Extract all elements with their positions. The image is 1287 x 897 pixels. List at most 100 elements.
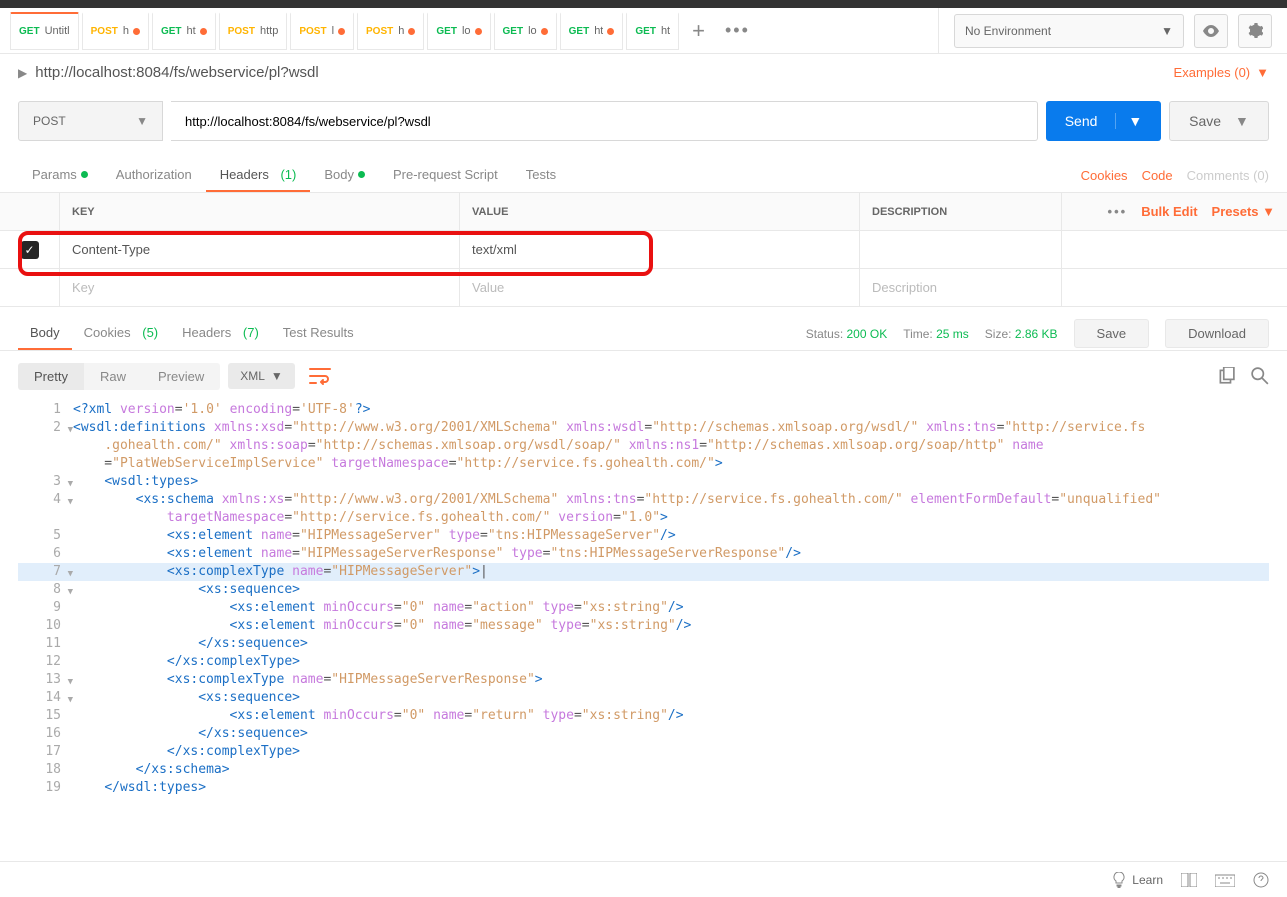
format-preview[interactable]: Preview [142,363,220,390]
tab-body[interactable]: Body [310,159,379,192]
code-line: 12 </xs:complexType> [18,653,1269,671]
lightbulb-icon [1112,872,1126,888]
tab-method: POST [299,26,326,37]
search-icon[interactable] [1251,367,1269,385]
bulk-edit-link[interactable]: Bulk Edit [1141,204,1197,219]
unsaved-dot-icon [408,28,415,35]
chevron-down-icon: ▼ [1161,24,1173,38]
unsaved-dot-icon [475,28,482,35]
environment-name: No Environment [965,24,1051,38]
panels-icon[interactable] [1181,873,1197,887]
code-line: 19 </wsdl:types> [18,779,1269,797]
code-line: ="PlatWebServiceImplService" targetNames… [18,455,1269,473]
header-value-col: VALUE [460,193,860,230]
unsaved-dot-icon [338,28,345,35]
request-tab[interactable]: POSThttp [219,12,288,50]
tab-title: ht [187,25,196,37]
request-tab[interactable]: GETUntitl [10,12,79,50]
header-value-input[interactable] [472,280,847,295]
help-icon[interactable] [1253,872,1269,888]
request-tab[interactable]: POSTh [357,12,424,50]
keyboard-icon[interactable] [1215,873,1235,887]
request-tab[interactable]: POSTh [82,12,149,50]
tab-authorization[interactable]: Authorization [102,159,206,192]
environment-preview-button[interactable] [1194,14,1228,48]
unsaved-dot-icon [607,28,614,35]
settings-button[interactable] [1238,14,1272,48]
header-key-input[interactable] [72,242,447,257]
header-key-input[interactable] [72,280,447,295]
expand-icon[interactable]: ▶ [18,66,27,80]
header-row-new [0,269,1287,307]
unsaved-dot-icon [541,28,548,35]
more-tabs-button[interactable]: ••• [715,20,760,41]
wrap-button[interactable] [303,361,337,391]
language-select[interactable]: XML▼ [228,363,295,389]
header-checkbox[interactable]: ✓ [21,241,39,259]
tab-prerequest[interactable]: Pre-request Script [379,159,512,192]
tab-tests[interactable]: Tests [512,159,570,192]
code-line: 10 <xs:element minOccurs="0" name="messa… [18,617,1269,635]
format-raw[interactable]: Raw [84,363,142,390]
response-tab-cookies[interactable]: Cookies (5) [72,317,170,350]
request-tab[interactable]: GET ht [626,12,679,50]
header-desc-input[interactable] [872,280,1049,295]
tab-title: ht [661,25,670,37]
more-icon[interactable]: ••• [1108,204,1128,219]
comments-link[interactable]: Comments (0) [1187,168,1269,183]
method-select[interactable]: POST ▼ [18,101,163,141]
code-line: 15 <xs:element minOccurs="0" name="retur… [18,707,1269,725]
header-desc-col: DESCRIPTION [860,193,1062,230]
tab-method: POST [228,26,255,37]
code-line: 16 </xs:sequence> [18,725,1269,743]
code-line: 13▼ <xs:complexType name="HIPMessageServ… [18,671,1269,689]
eye-icon [1202,25,1220,37]
request-tab[interactable]: GET ht [152,12,216,50]
request-tab[interactable]: GETlo [427,12,490,50]
response-tab-body[interactable]: Body [18,317,72,350]
environment-select[interactable]: No Environment ▼ [954,14,1184,48]
save-response-button[interactable]: Save [1074,319,1150,348]
save-button[interactable]: Save ▼ [1169,101,1269,141]
url-input[interactable] [171,101,1038,141]
code-line: 17 </xs:complexType> [18,743,1269,761]
tab-method: GET [19,26,40,37]
tab-title: lo [528,25,537,37]
cookies-link[interactable]: Cookies [1081,168,1128,183]
tab-headers[interactable]: Headers (1) [206,159,311,192]
chevron-down-icon: ▼ [1115,113,1142,129]
format-pretty[interactable]: Pretty [18,363,84,390]
code-line: 18 </xs:schema> [18,761,1269,779]
request-tab[interactable]: GETht [560,12,624,50]
learn-link[interactable]: Learn [1132,873,1163,887]
download-button[interactable]: Download [1165,319,1269,348]
tab-params[interactable]: Params [18,159,102,192]
response-tab-tests[interactable]: Test Results [271,317,366,350]
code-line: 3▼ <wsdl:types> [18,473,1269,491]
tab-method: GET [569,26,590,37]
code-line: 14▼ <xs:sequence> [18,689,1269,707]
tab-method: GET [635,26,656,37]
header-key-col: KEY [60,193,460,230]
header-value-input[interactable] [472,242,847,257]
wrap-icon [309,367,331,385]
response-tab-headers[interactable]: Headers (7) [170,317,271,350]
send-button[interactable]: Send ▼ [1046,101,1161,141]
code-line: targetNamespace="http://service.fs.gohea… [18,509,1269,527]
tab-title: l [332,25,334,37]
request-tab[interactable]: POST l [290,12,354,50]
tab-method: POST [91,26,118,37]
copy-icon[interactable] [1217,367,1235,385]
chevron-down-icon: ▼ [136,114,148,128]
request-tab[interactable]: GETlo [494,12,557,50]
request-title: http://localhost:8084/fs/webservice/pl?w… [35,64,1173,81]
tab-method: POST [366,26,393,37]
examples-dropdown[interactable]: Examples (0) ▼ [1174,65,1269,80]
code-line: 8▼ <xs:sequence> [18,581,1269,599]
presets-link[interactable]: Presets ▼ [1212,204,1275,219]
code-link[interactable]: Code [1142,168,1173,183]
header-row: ✓ [0,231,1287,269]
tab-method: GET [161,26,182,37]
code-line: 4▼ <xs:schema xmlns:xs="http://www.w3.or… [18,491,1269,509]
add-tab-button[interactable]: + [682,18,715,44]
